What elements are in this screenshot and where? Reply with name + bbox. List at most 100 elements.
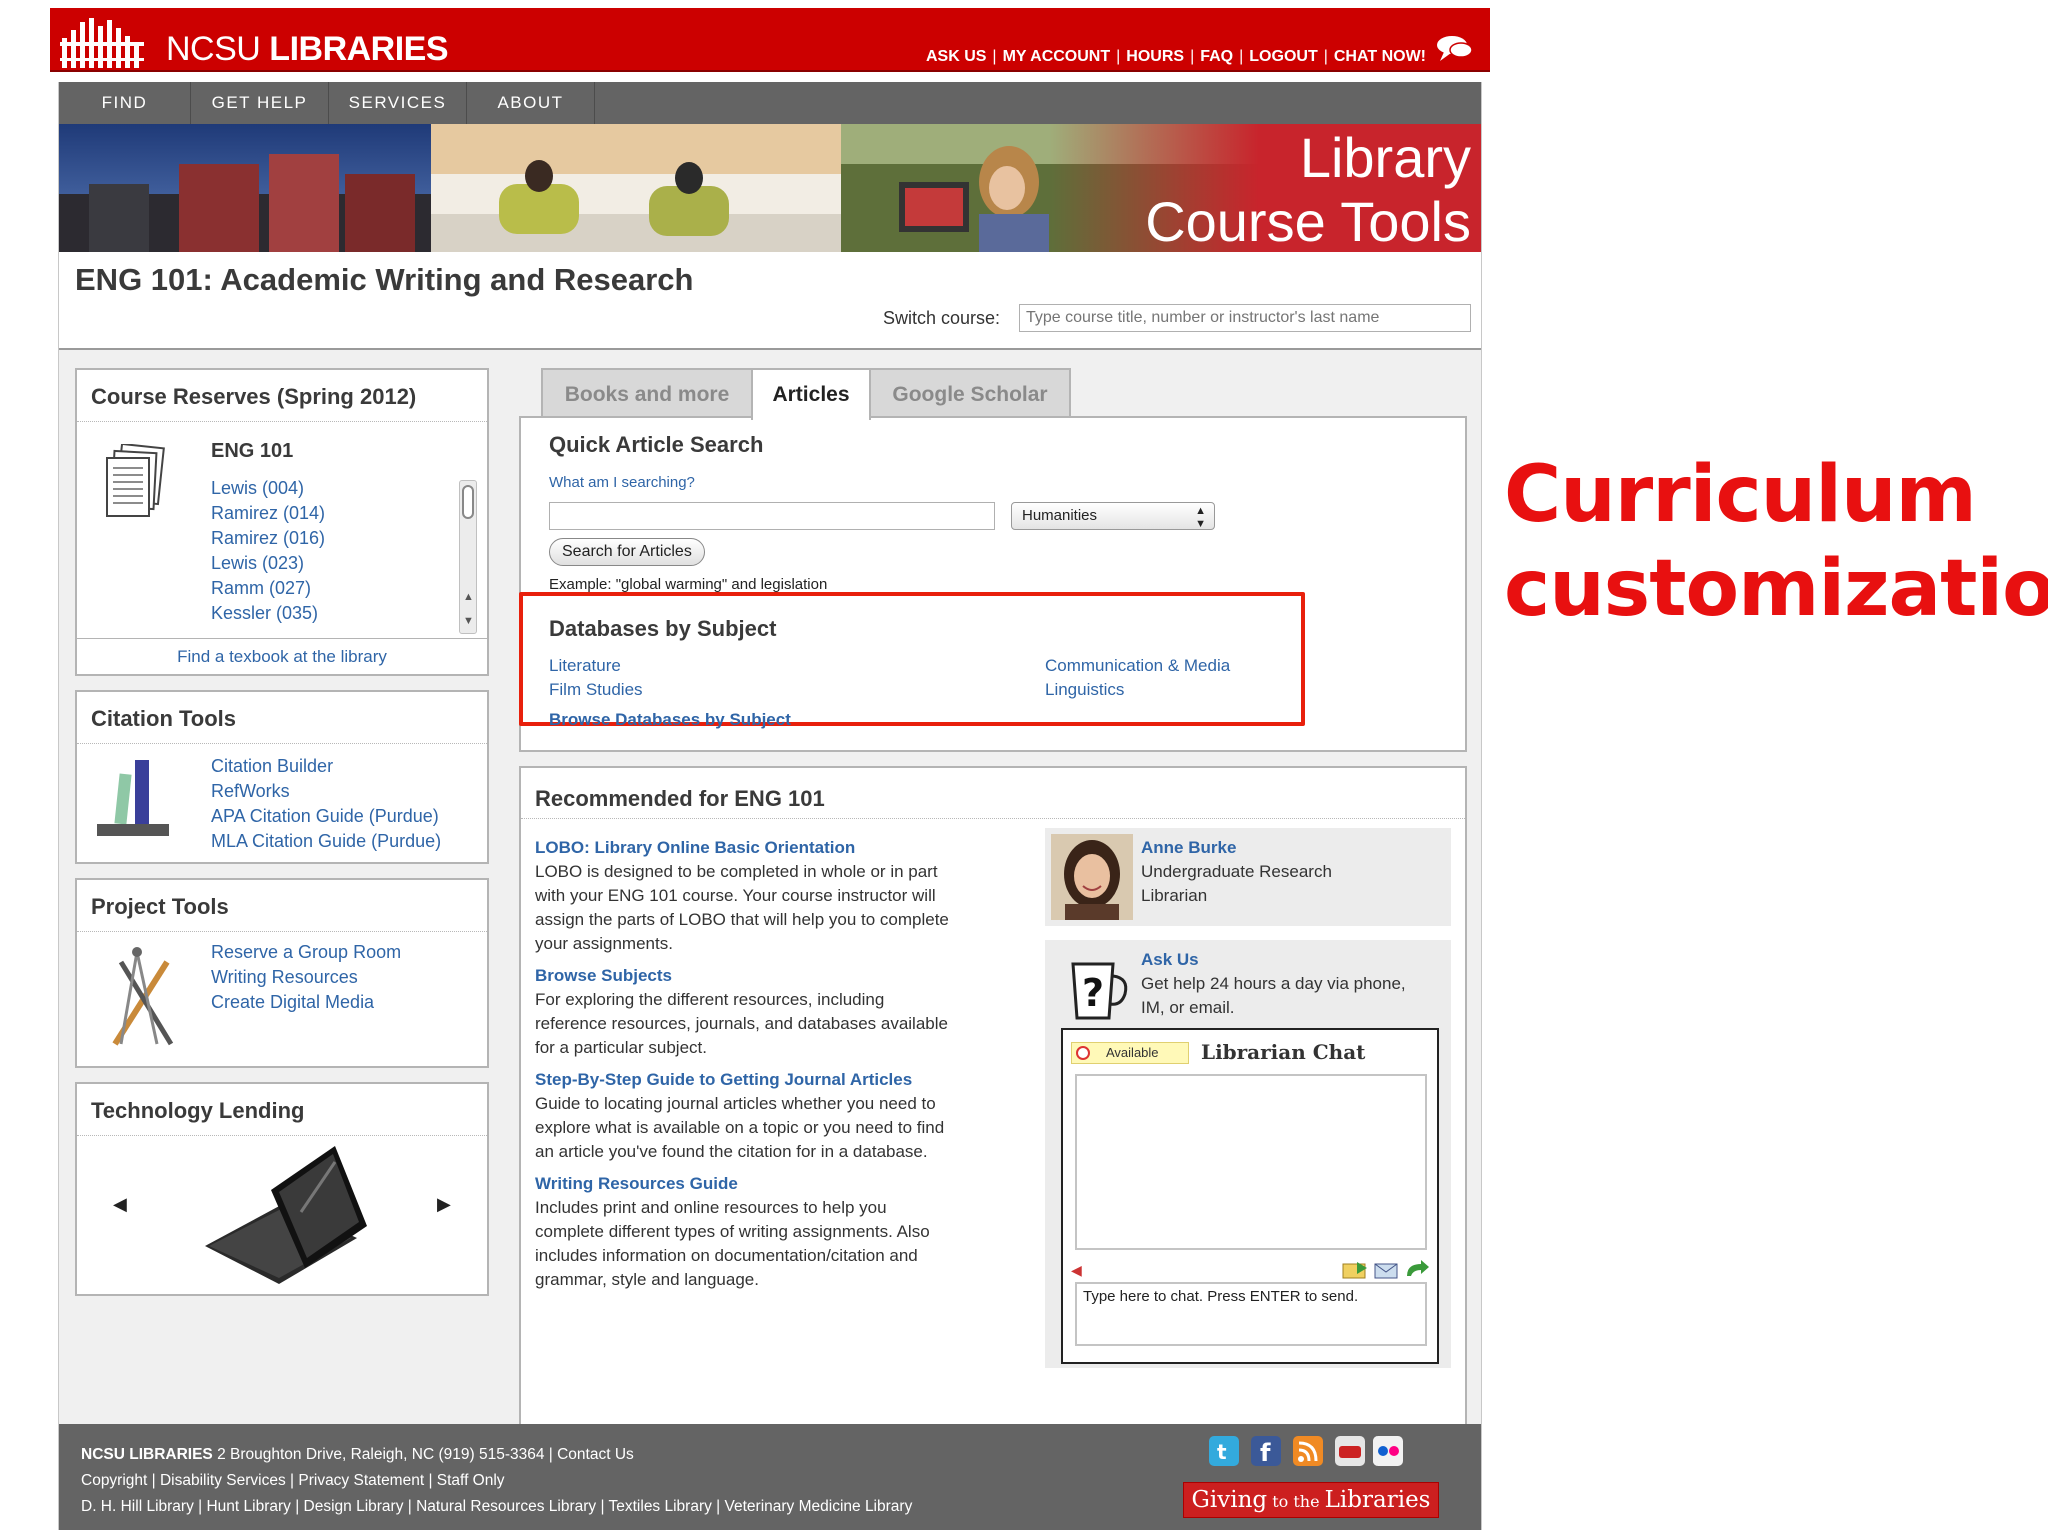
documents-icon — [106, 444, 165, 517]
reserve-section-link[interactable]: Ramm (027) — [211, 576, 325, 601]
sound-icon[interactable]: ◀ — [1071, 1262, 1082, 1279]
librarian-name-link[interactable]: Anne Burke — [1141, 836, 1332, 860]
reserve-section-link[interactable]: Lewis (023) — [211, 551, 325, 576]
switch-course-input[interactable] — [1019, 304, 1471, 332]
hours-link[interactable]: HOURS — [1126, 48, 1184, 65]
chat-transcript[interactable] — [1075, 1074, 1427, 1250]
nav-get-help[interactable]: GET HELP — [191, 82, 329, 124]
refworks-link[interactable]: RefWorks — [211, 779, 441, 804]
ask-us-link[interactable]: ASK US — [926, 48, 986, 65]
scroll-down-icon[interactable]: ▼ — [463, 615, 474, 627]
footer-branches[interactable]: D. H. Hill Library | Hunt Library | Desi… — [81, 1498, 912, 1516]
create-digital-media-link[interactable]: Create Digital Media — [211, 990, 401, 1015]
communication-media-link[interactable]: Communication & Media — [1045, 654, 1230, 678]
literature-link[interactable]: Literature — [549, 654, 643, 678]
annotation-line1: Curriculum — [1504, 450, 1977, 540]
recommended-item-desc: reference resources, journals, and datab… — [535, 1014, 948, 1033]
banner-photos — [59, 124, 1259, 252]
chat-tools — [1342, 1260, 1429, 1279]
recommended-item-desc: Includes print and online resources to h… — [535, 1198, 887, 1217]
recommended-item-title[interactable]: Browse Subjects — [535, 964, 1015, 988]
reserves-section-list: Lewis (004) Ramirez (014) Ramirez (016) … — [211, 476, 325, 626]
recommended-item: Step-By-Step Guide to Getting Journal Ar… — [535, 1068, 1015, 1164]
citation-tools-heading: Citation Tools — [77, 692, 487, 744]
send-file-icon — [1342, 1262, 1367, 1279]
nav-about[interactable]: ABOUT — [467, 82, 595, 124]
facebook-icon: f — [1251, 1436, 1281, 1467]
search-example: Example: "global warming" and legislatio… — [549, 576, 828, 593]
reserves-scrollbar[interactable]: ▲ ▼ — [459, 480, 477, 634]
recommended-item-desc: explore what is available on a topic or … — [535, 1118, 945, 1137]
recommended-item-desc: includes information on documentation/ci… — [535, 1246, 918, 1265]
what-am-i-searching-link[interactable]: What am I searching? — [549, 474, 695, 491]
annotation-callout: Curriculum customization — [1504, 448, 2048, 636]
technology-lending-heading: Technology Lending — [77, 1084, 487, 1136]
reserve-group-room-link[interactable]: Reserve a Group Room — [211, 940, 401, 965]
recommended-item-desc: for a particular subject. — [535, 1038, 707, 1057]
recommended-item-desc: complete different types of writing assi… — [535, 1222, 930, 1241]
nav-find[interactable]: FIND — [59, 82, 191, 124]
article-search-input[interactable] — [549, 502, 995, 530]
reserve-section-link[interactable]: Kessler (035) — [211, 601, 325, 626]
film-studies-link[interactable]: Film Studies — [549, 678, 643, 702]
tab-google-scholar[interactable]: Google Scholar — [869, 368, 1071, 418]
chat-status-badge: Available — [1071, 1042, 1189, 1064]
citation-links: Citation Builder RefWorks APA Citation G… — [211, 754, 441, 854]
scrollbar-thumb[interactable] — [462, 485, 474, 519]
ask-us-title-link[interactable]: Ask Us — [1141, 948, 1406, 972]
tab-articles[interactable]: Articles — [751, 368, 871, 420]
chat-input[interactable]: Type here to chat. Press ENTER to send. — [1075, 1282, 1427, 1346]
logo-prefix: NCSU — [166, 30, 261, 68]
subject-select[interactable]: Humanities ▲ ▼ — [1011, 502, 1215, 530]
chat-bubble-icon[interactable] — [1434, 34, 1474, 64]
chat-now-link[interactable]: CHAT NOW! — [1334, 48, 1426, 65]
search-articles-button[interactable]: Search for Articles — [549, 538, 705, 566]
question-mug-icon: ? — [1071, 962, 1128, 1020]
reserve-section-link[interactable]: Lewis (004) — [211, 476, 325, 501]
recommended-item-desc: Guide to locating journal articles wheth… — [535, 1094, 936, 1113]
citation-builder-link[interactable]: Citation Builder — [211, 754, 441, 779]
avatar[interactable] — [1051, 834, 1133, 920]
flickr-icon[interactable] — [1373, 1436, 1407, 1470]
main-nav: FIND GET HELP SERVICES ABOUT — [59, 82, 1481, 124]
apa-guide-link[interactable]: APA Citation Guide (Purdue) — [211, 804, 441, 829]
books-icon — [97, 760, 169, 836]
browse-databases-link[interactable]: Browse Databases by Subject — [549, 710, 791, 730]
svg-text:?: ? — [1082, 971, 1104, 1015]
faq-link[interactable]: FAQ — [1200, 48, 1233, 65]
svg-text:t: t — [1217, 1440, 1227, 1464]
scroll-up-icon[interactable]: ▲ — [463, 591, 474, 603]
recommended-item-desc: with your ENG 101 course. Your course in… — [535, 886, 936, 905]
footer-policies[interactable]: Copyright | Disability Services | Privac… — [81, 1472, 505, 1490]
carousel-next-icon[interactable]: ▶ — [437, 1194, 451, 1215]
ncsu-logo-icon[interactable] — [60, 16, 152, 70]
recommended-item-desc: LOBO is designed to be completed in whol… — [535, 862, 938, 881]
reserve-section-link[interactable]: Ramirez (014) — [211, 501, 325, 526]
footer-org: NCSU LIBRARIES — [81, 1446, 213, 1463]
recommended-item-title[interactable]: Writing Resources Guide — [535, 1172, 1015, 1196]
course-reserves-heading: Course Reserves (Spring 2012) — [77, 370, 487, 422]
logout-link[interactable]: LOGOUT — [1249, 48, 1317, 65]
banner-title-line1: Library — [1299, 126, 1471, 189]
footer-address-text: 2 Broughton Drive, Raleigh, NC (919) 515… — [212, 1446, 634, 1463]
linguistics-link[interactable]: Linguistics — [1045, 678, 1230, 702]
recommended-item-title[interactable]: LOBO: Library Online Basic Orientation — [535, 836, 1015, 860]
ask-us-desc: IM, or email. — [1141, 998, 1235, 1017]
logo-wordmark[interactable]: NCSU LIBRARIES — [166, 30, 449, 69]
articles-tab-panel: Quick Article Search What am I searching… — [519, 416, 1467, 752]
reserve-section-link[interactable]: Ramirez (016) — [211, 526, 325, 551]
carousel-prev-icon[interactable]: ◀ — [113, 1194, 127, 1215]
nav-services[interactable]: SERVICES — [329, 82, 467, 124]
databases-col2: Communication & Media Linguistics — [1045, 654, 1230, 702]
quick-search-heading: Quick Article Search — [549, 432, 764, 457]
reserves-course-label: ENG 101 — [211, 440, 294, 462]
mla-guide-link[interactable]: MLA Citation Guide (Purdue) — [211, 829, 441, 854]
find-textbook-link[interactable]: Find a texbook at the library — [77, 638, 487, 676]
writing-resources-link[interactable]: Writing Resources — [211, 965, 401, 990]
banner-title: Library Course Tools — [1145, 126, 1471, 252]
site-footer: NCSU LIBRARIES 2 Broughton Drive, Raleig… — [59, 1424, 1481, 1530]
my-account-link[interactable]: MY ACCOUNT — [1003, 48, 1111, 65]
tab-books-and-more[interactable]: Books and more — [541, 368, 753, 418]
giving-button[interactable]: Giving to the Libraries — [1183, 1482, 1439, 1518]
recommended-item-title[interactable]: Step-By-Step Guide to Getting Journal Ar… — [535, 1068, 1015, 1092]
